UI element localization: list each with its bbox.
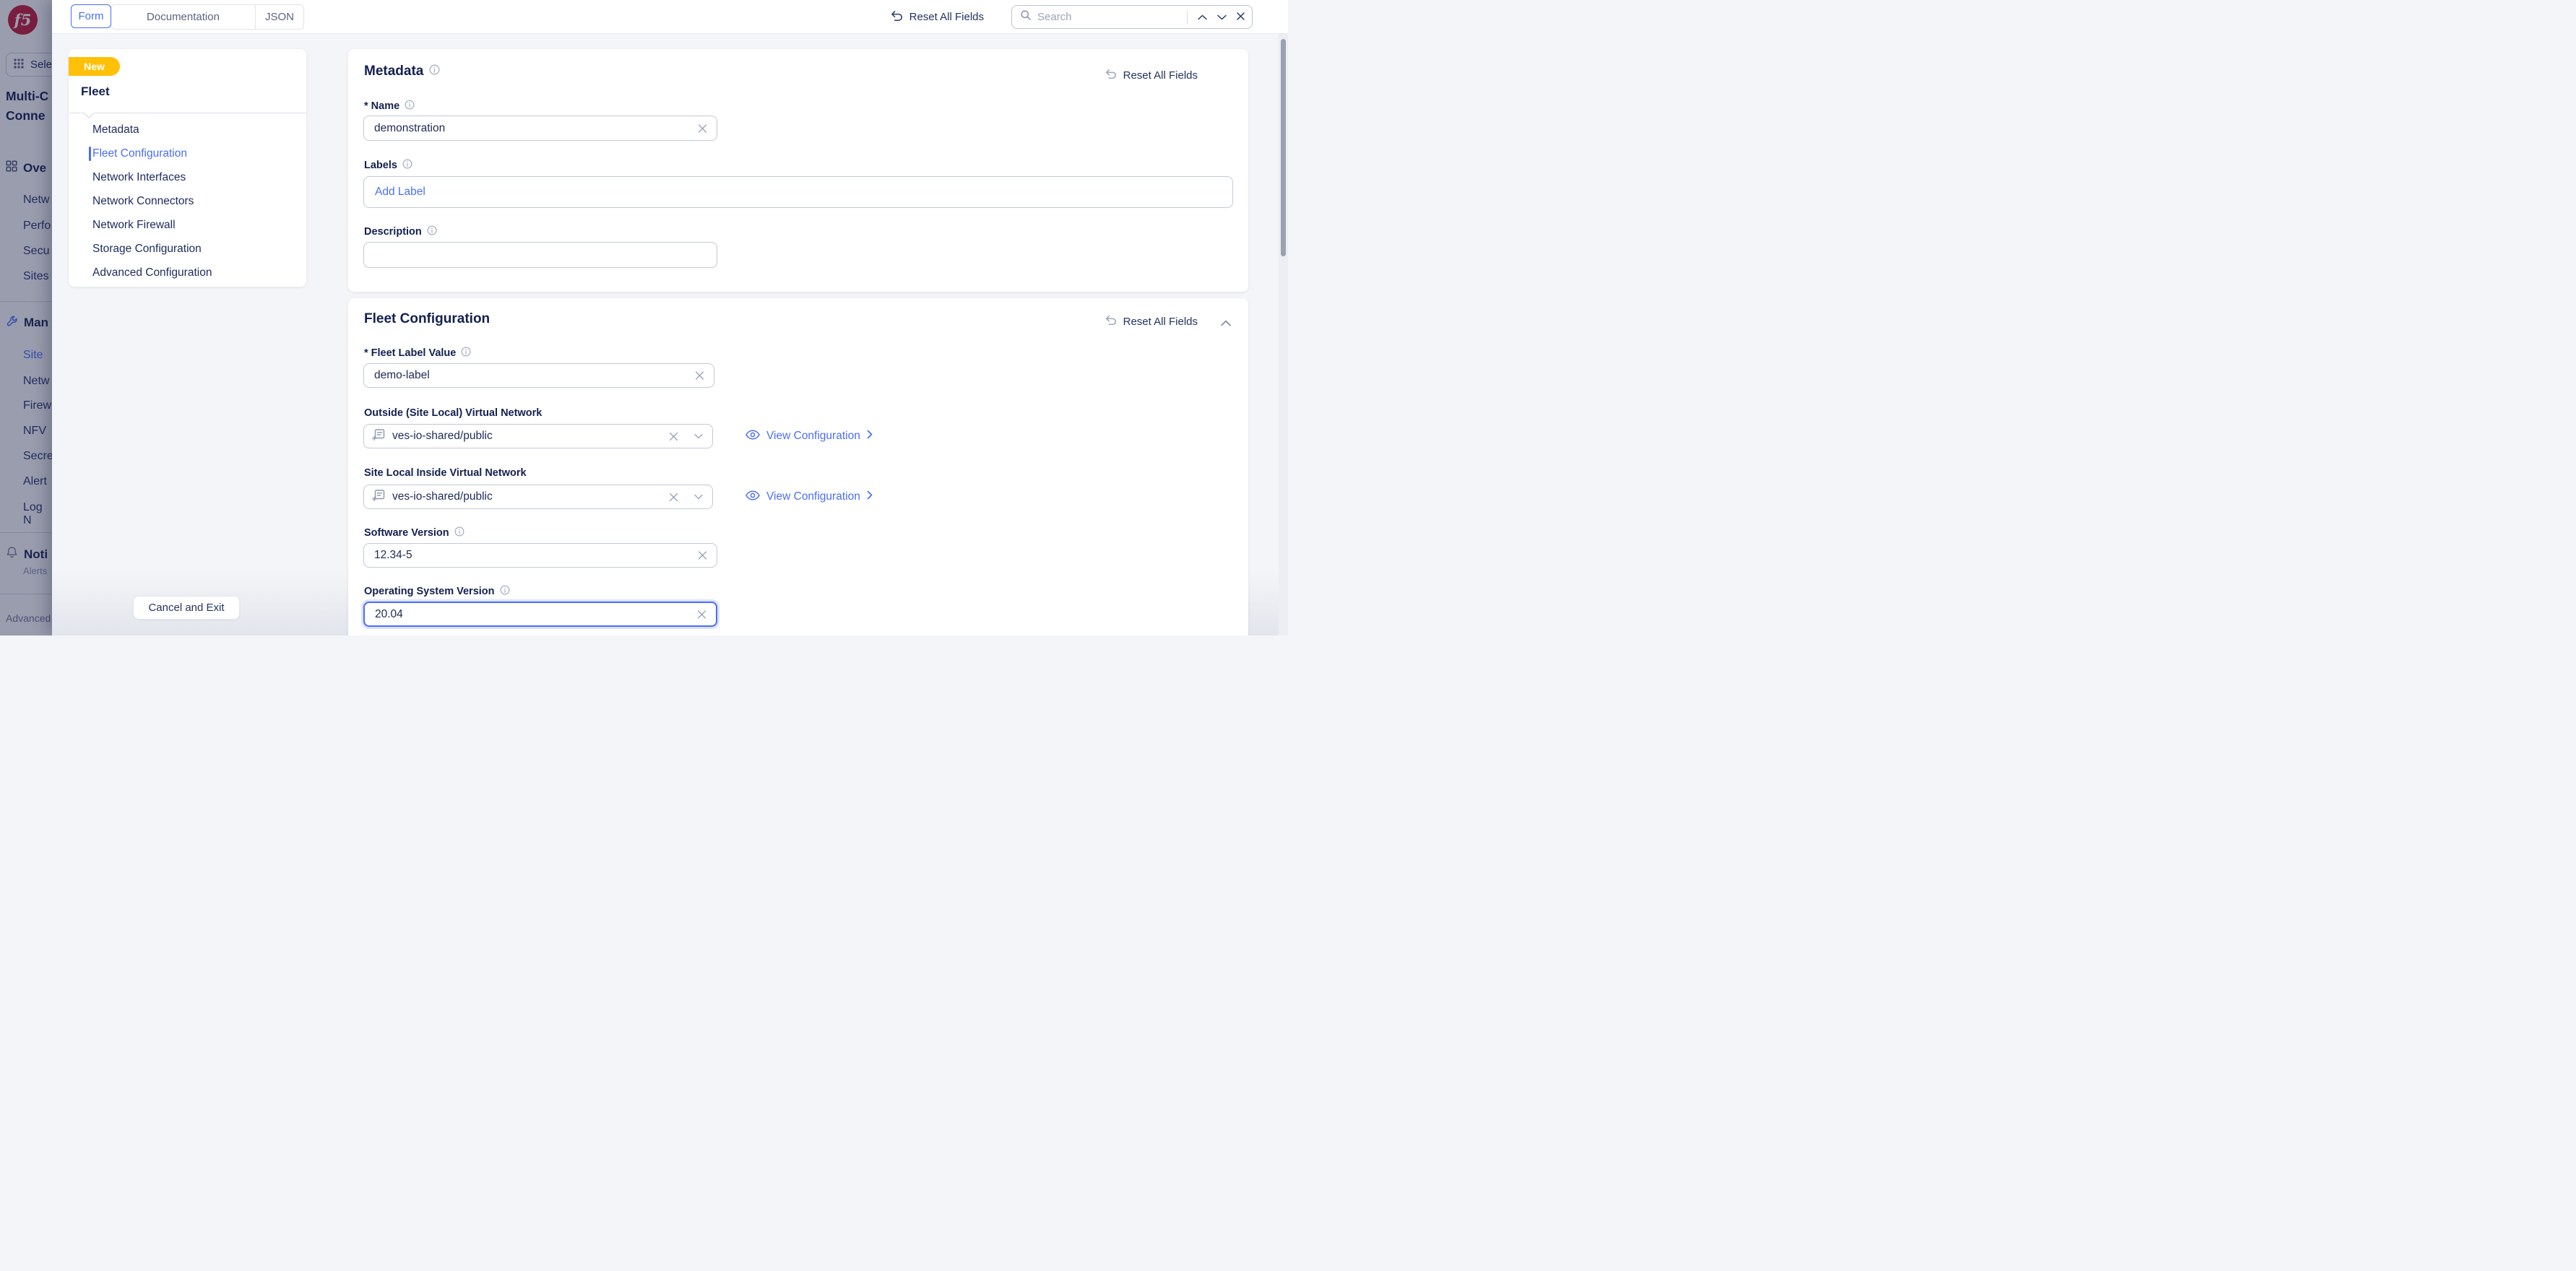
fleet-configuration-section-card: Fleet Configuration Reset All Fields * F… [348, 298, 1248, 636]
form-nav-item-advanced-configuration[interactable]: Advanced Configuration [92, 265, 212, 281]
modal-dim-overlay [0, 0, 52, 636]
eye-icon [745, 490, 760, 504]
outside-virtual-network-label: Outside (Site Local) Virtual Network [364, 407, 543, 419]
active-item-bar [89, 147, 91, 161]
clear-icon[interactable] [698, 551, 707, 560]
form-nav-item-storage-configuration[interactable]: Storage Configuration [92, 241, 202, 257]
undo-icon [889, 9, 903, 25]
info-icon[interactable] [427, 225, 437, 238]
inside-virtual-network-value: ves-io-shared/public [392, 490, 493, 503]
chevron-right-icon [867, 430, 873, 443]
inside-view-configuration-link[interactable]: View Configuration [745, 485, 873, 509]
cancel-and-exit-button[interactable]: Cancel and Exit [133, 596, 240, 620]
clear-icon[interactable] [697, 610, 706, 619]
outside-virtual-network-select[interactable]: ves-io-shared/public [363, 424, 713, 448]
software-version-label: Software Version [364, 526, 464, 539]
search-input[interactable] [1037, 11, 1181, 23]
screen: f5 Sele Multi-C Conne Ove Netw Perfo Sec… [0, 0, 1288, 636]
search-box [1011, 5, 1253, 29]
info-icon[interactable] [461, 347, 471, 360]
labels-field-label: Labels [364, 159, 412, 172]
chevron-down-icon[interactable] [694, 494, 703, 500]
tab-json[interactable]: JSON [256, 5, 303, 29]
add-label-placeholder[interactable]: Add Label [375, 186, 425, 199]
form-nav-item-fleet-configuration[interactable]: Fleet Configuration [92, 146, 187, 162]
fleet-form-modal: Form Documentation JSON Reset All Fields [52, 0, 1288, 636]
tab-form[interactable]: Form [71, 4, 111, 28]
description-field-label: Description [364, 225, 437, 238]
form-nav-item-network-interfaces[interactable]: Network Interfaces [92, 170, 186, 186]
search-icon [1020, 9, 1032, 25]
undo-icon [1104, 68, 1117, 82]
collapse-notch [83, 113, 95, 118]
undo-icon [1104, 314, 1117, 329]
view-tabs: Form Documentation JSON [71, 4, 304, 30]
chevron-down-icon[interactable] [694, 433, 703, 439]
search-divider [1187, 10, 1188, 24]
description-field[interactable] [364, 243, 717, 267]
info-icon[interactable] [429, 64, 440, 79]
tab-documentation[interactable]: Documentation [111, 4, 256, 29]
outside-virtual-network-value: ves-io-shared/public [392, 430, 493, 442]
fleet-label-value-field[interactable] [364, 364, 714, 387]
inside-virtual-network-label: Site Local Inside Virtual Network [364, 467, 527, 479]
metadata-section-card: Metadata Reset All Fields * Name demonst… [348, 49, 1248, 292]
chevron-down-icon[interactable] [1217, 11, 1227, 24]
chevron-right-icon [867, 490, 873, 503]
info-icon[interactable] [402, 159, 412, 172]
clear-icon[interactable] [669, 432, 678, 441]
clear-icon[interactable] [669, 493, 678, 502]
form-nav-item-metadata[interactable]: Metadata [92, 122, 139, 138]
label-reference-icon [372, 489, 385, 506]
fleet-reset-all-fields[interactable]: Reset All Fields [1104, 314, 1198, 329]
fleet-label-value-label: * Fleet Label Value [364, 347, 471, 360]
fleet-configuration-section-title: Fleet Configuration [364, 311, 490, 326]
modal-body: New Fleet Metadata Fleet Configuration N… [52, 34, 1288, 636]
modal-topbar: Form Documentation JSON Reset All Fields [52, 0, 1288, 34]
scrollbar-thumb[interactable] [1281, 39, 1286, 256]
clear-icon[interactable] [695, 371, 704, 381]
os-version-label: Operating System Version [364, 585, 510, 598]
clear-icon[interactable] [698, 123, 707, 133]
form-nav-panel: New Fleet Metadata Fleet Configuration N… [69, 49, 306, 287]
os-version-field[interactable] [365, 603, 716, 625]
close-icon[interactable] [1237, 11, 1245, 24]
inside-virtual-network-select[interactable]: ves-io-shared/public [363, 485, 713, 509]
info-icon[interactable] [405, 100, 415, 113]
app-sidebar: f5 Sele Multi-C Conne Ove Netw Perfo Sec… [0, 0, 52, 636]
label-reference-icon [372, 428, 385, 445]
collapse-section-chevron-up-icon[interactable] [1221, 317, 1231, 330]
metadata-section-title: Metadata [364, 64, 424, 79]
scrollbar-track[interactable] [1279, 34, 1288, 636]
outside-view-configuration-link[interactable]: View Configuration [745, 424, 873, 448]
new-badge: New [69, 57, 120, 76]
form-nav-item-network-connectors[interactable]: Network Connectors [92, 194, 194, 209]
info-icon[interactable] [500, 585, 510, 598]
metadata-reset-all-fields[interactable]: Reset All Fields [1104, 68, 1198, 82]
form-title: Fleet [81, 84, 110, 98]
form-nav-item-network-firewall[interactable]: Network Firewall [92, 217, 176, 233]
eye-icon [745, 429, 760, 443]
reset-all-fields-button[interactable]: Reset All Fields [889, 9, 984, 25]
info-icon[interactable] [454, 526, 464, 539]
software-version-field[interactable] [364, 544, 717, 567]
chevron-up-icon[interactable] [1198, 11, 1207, 24]
labels-field[interactable]: Add Label [363, 176, 1233, 208]
name-field-label: * Name [364, 100, 415, 113]
name-field[interactable] [364, 116, 717, 140]
